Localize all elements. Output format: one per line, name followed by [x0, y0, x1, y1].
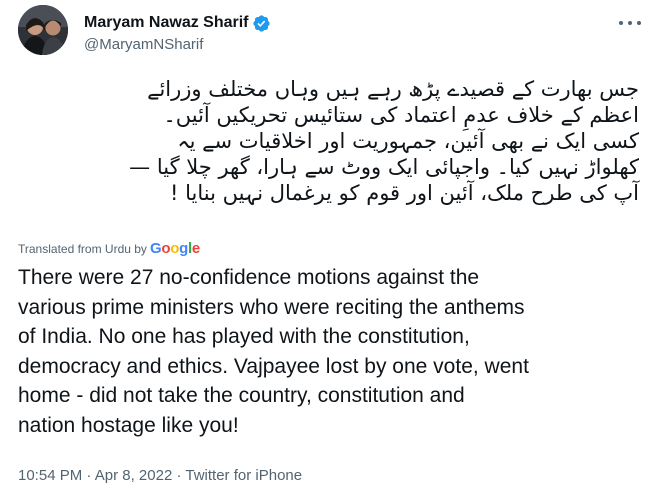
- translated-line: of India. No one has played with the con…: [18, 325, 470, 348]
- original-urdu-text: جس بھارت کے قصیدے پڑھ رہے ہیں وہاں مختلف…: [18, 76, 639, 206]
- verified-badge-icon: [252, 14, 271, 33]
- name-row: Maryam Nawaz Sharif: [84, 13, 271, 33]
- translation-label: Translated from Urdu by: [18, 241, 147, 256]
- translated-line: nation hostage like you!: [18, 413, 239, 437]
- urdu-line: آپ کی طرح ملک، آئین اور قوم کو یرغمال نہ…: [170, 181, 639, 205]
- urdu-line: جس بھارت کے قصیدے پڑھ رہے ہیں وہاں مختلف…: [147, 77, 639, 101]
- tweet-source[interactable]: Twitter for iPhone: [185, 467, 302, 484]
- tweet-meta: 10:54 PM · Apr 8, 2022 · Twitter for iPh…: [18, 467, 302, 484]
- translated-text: There were 27 no-confidence motions agai…: [18, 263, 651, 440]
- avatar[interactable]: [18, 5, 68, 55]
- google-logo: Google: [149, 240, 200, 257]
- urdu-line: کسی ایک نے بھی آئین، جمہوریت اور اخلاقیا…: [177, 129, 639, 153]
- tweet-time[interactable]: 10:54 PM: [18, 467, 82, 484]
- translated-line: various prime ministers who were recitin…: [18, 295, 525, 319]
- profile-photo: [18, 5, 68, 55]
- tweet-date[interactable]: Apr 8, 2022: [95, 467, 173, 484]
- urdu-line: کھلواڑ نہیں کیا۔ واجپائی ایک ووٹ سے ہارا…: [129, 155, 639, 179]
- author-handle[interactable]: @MaryamNSharif: [84, 36, 271, 53]
- translation-attribution[interactable]: Translated from Urdu by Google: [18, 240, 200, 257]
- author-name[interactable]: Maryam Nawaz Sharif: [84, 14, 249, 32]
- translated-line: There were 27 no-confidence motions agai…: [18, 266, 480, 289]
- tweet: Maryam Nawaz Sharif @MaryamNSharif جس بھ…: [0, 0, 661, 495]
- urdu-line: اعظم کے خلاف عدمِ اعتماد کی ستائیس تحریک…: [163, 103, 639, 127]
- author-block: Maryam Nawaz Sharif @MaryamNSharif: [84, 13, 271, 53]
- translated-line: democracy and ethics. Vajpayee lost by o…: [18, 354, 529, 378]
- meta-separator: ·: [86, 467, 95, 484]
- translated-line: home - did not take the country, constit…: [18, 384, 465, 407]
- more-options-icon[interactable]: [619, 16, 641, 30]
